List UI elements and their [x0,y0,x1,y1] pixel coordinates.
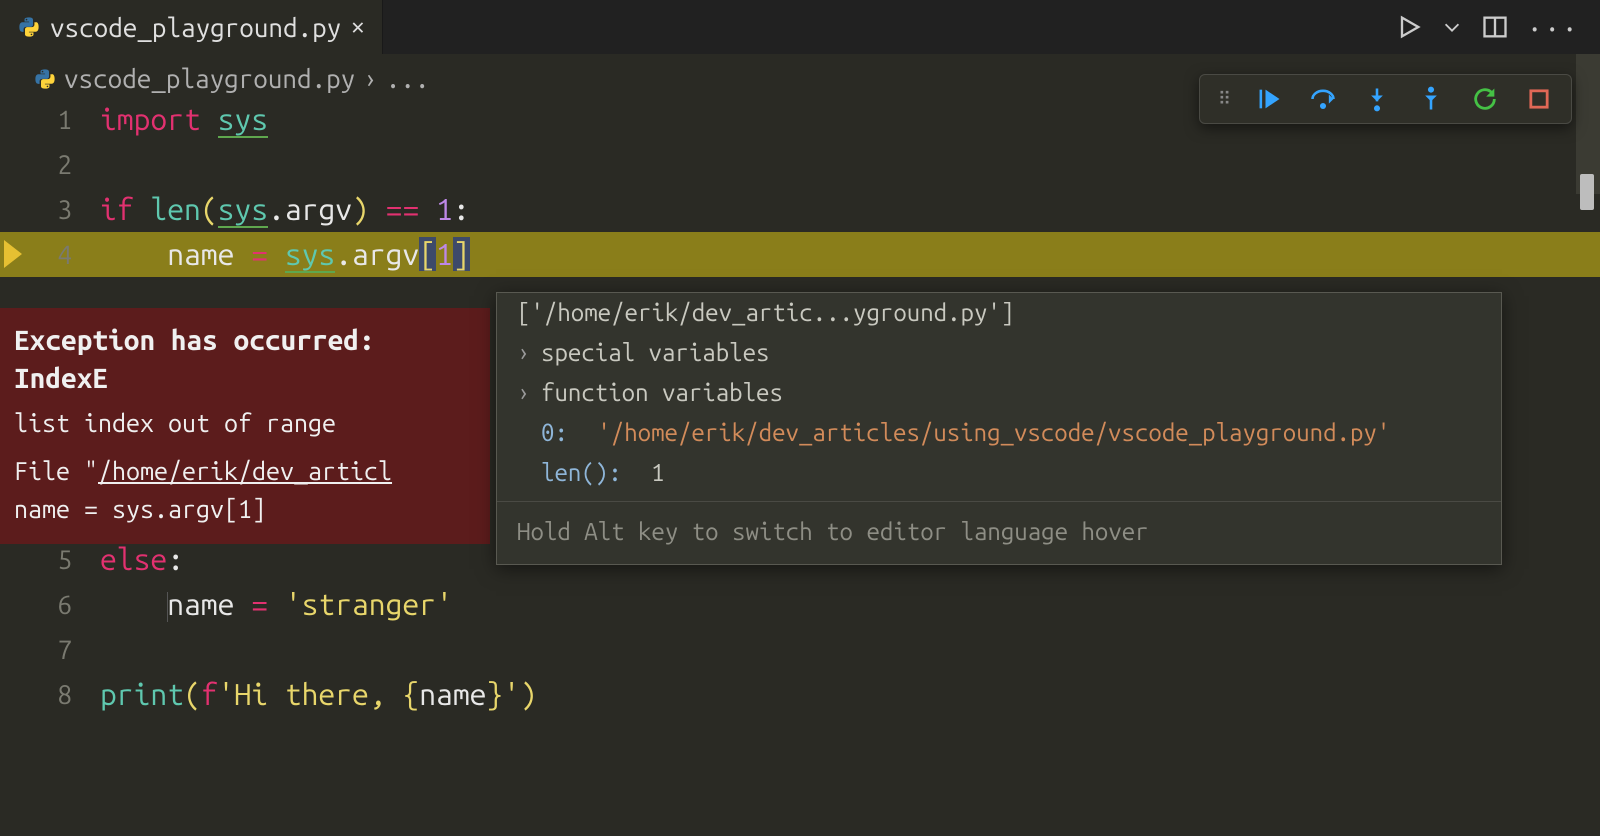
line-number: 8 [0,672,100,717]
continue-icon[interactable] [1255,85,1283,113]
step-over-icon[interactable] [1309,85,1337,113]
tab-filename: vscode_playground.py [50,13,341,42]
tab-actions: ··· [1395,0,1600,54]
python-icon [34,68,56,90]
line-number: 4 [0,232,100,277]
minimap[interactable] [1576,54,1600,836]
line-number: 3 [0,187,100,232]
debug-hover-panel: ['/home/erik/dev_artic...yground.py'] ›s… [496,292,1502,565]
close-icon[interactable]: ✕ [351,14,364,40]
breadcrumb-filename: vscode_playground.py [64,64,355,93]
tab-active[interactable]: vscode_playground.py ✕ [0,0,383,54]
chevron-down-icon[interactable] [1441,16,1463,38]
breadcrumb-sep: › [363,64,378,93]
current-line: 4 name = sys.argv[1] [0,232,1600,277]
split-editor-icon[interactable] [1481,13,1509,41]
hover-kv: 0: '/home/erik/dev_articles/using_vscode… [497,413,1501,453]
hover-header: ['/home/erik/dev_artic...yground.py'] [497,293,1501,333]
python-icon [18,16,40,38]
run-icon[interactable] [1395,13,1423,41]
tab-bar: vscode_playground.py ✕ ··· [0,0,1600,54]
hover-expand-function[interactable]: ›function variables [497,373,1501,413]
hover-hint: Hold Alt key to switch to editor languag… [497,501,1501,558]
restart-icon[interactable] [1471,85,1499,113]
exception-code: name = sys.argv[1] [14,490,476,528]
stop-icon[interactable] [1525,85,1553,113]
drag-handle-icon[interactable]: ⠿ [1218,94,1229,104]
line-number: 2 [0,142,100,187]
line-number: 1 [0,97,100,142]
chevron-right-icon: › [517,373,533,413]
line-number: 6 [0,582,100,627]
chevron-right-icon: › [517,333,533,373]
more-icon[interactable]: ··· [1527,13,1580,42]
exception-message: list index out of range [14,404,476,442]
exception-title: Exception has occurred: IndexE [14,322,476,398]
step-into-icon[interactable] [1363,85,1391,113]
exception-panel: Exception has occurred: IndexE list inde… [0,308,490,544]
debug-toolbar: ⠿ [1199,74,1572,124]
line-number: 7 [0,627,100,672]
step-out-icon[interactable] [1417,85,1445,113]
hover-expand-special[interactable]: ›special variables [497,333,1501,373]
breadcrumb-tail: ... [386,64,430,93]
hover-kv: len(): 1 [497,453,1501,493]
exception-file-link[interactable]: /home/erik/dev_articl [98,457,392,485]
